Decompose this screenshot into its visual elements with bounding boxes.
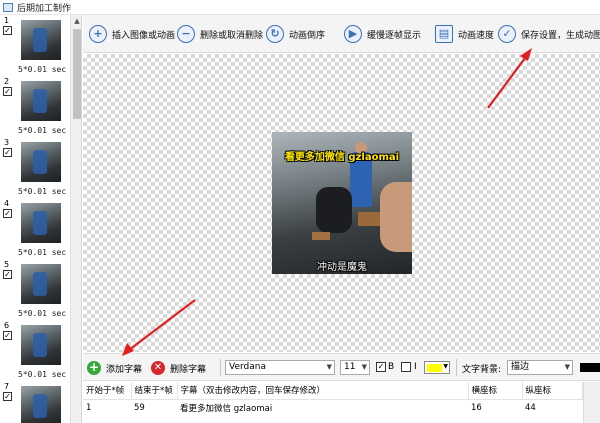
film-icon: ▤ xyxy=(435,25,453,43)
figure-crouching xyxy=(316,187,352,233)
frame-number: 4 xyxy=(4,199,10,208)
animation-speed-button[interactable]: ▤ 动画速度 xyxy=(435,23,494,45)
title-bar: 后期加工制作 xyxy=(0,0,600,15)
main-toolbar: + 插入图像或动画 − 删除或取消删除 ↻ 动画倒序 ▶ 缓慢逐帧显示 ▤ 动画… xyxy=(83,15,600,53)
table-row[interactable]: 1 59 看更多加微信 gzlaomai 16 44 xyxy=(83,399,583,416)
figure-foreground xyxy=(380,182,412,252)
frame-duration: 5*0.01 sec xyxy=(18,248,67,257)
frame-list[interactable]: 1 ✓ 5*0.01 sec 2 ✓ 5*0.01 sec 3 ✓ 5*0.01… xyxy=(0,15,82,423)
toolbar-divider xyxy=(220,359,221,376)
subtitle-toolbar: + 添加字幕 ✕ 删除字幕 Verdana ▼ 11 ▼ ✓ B I ▼ 文字背… xyxy=(83,353,600,381)
chevron-down-icon: ▼ xyxy=(361,363,367,371)
frame-item[interactable]: 2 ✓ 5*0.01 sec xyxy=(0,76,70,137)
reverse-animation-button[interactable]: ↻ 动画倒序 xyxy=(266,23,325,45)
text-background-select[interactable]: 描边 ▼ xyxy=(507,360,573,375)
frame-checkbox[interactable]: ✓ xyxy=(3,392,12,401)
outline-color-swatch[interactable] xyxy=(580,363,600,372)
text-color-swatch xyxy=(427,364,442,372)
font-size-select[interactable]: 11 ▼ xyxy=(340,360,370,375)
delete-subtitle-button[interactable]: ✕ 删除字幕 xyxy=(151,360,206,376)
animation-preview[interactable]: 看更多加微信 gzlaomai 冲动是魔鬼 xyxy=(272,132,412,274)
column-header[interactable]: 纵座标 xyxy=(522,382,583,400)
column-header[interactable]: 结束于*帧 xyxy=(131,382,178,400)
frame-duration: 5*0.01 sec xyxy=(18,309,67,318)
frame-item[interactable]: 7 ✓ xyxy=(0,381,70,423)
frame-number: 7 xyxy=(4,382,10,391)
frame-duration: 5*0.01 sec xyxy=(18,126,67,135)
check-icon: ✓ xyxy=(498,25,516,43)
frame-number: 6 xyxy=(4,321,10,330)
bold-checkbox[interactable]: ✓ xyxy=(376,362,386,372)
column-header[interactable]: 字幕（双击修改内容，回车保存修改） xyxy=(177,382,469,400)
subtitle-caption-top[interactable]: 看更多加微信 gzlaomai xyxy=(272,148,412,163)
chevron-down-icon: ▼ xyxy=(443,363,448,370)
frame-checkbox[interactable]: ✓ xyxy=(3,87,12,96)
frame-number: 5 xyxy=(4,260,10,269)
window-title: 后期加工制作 xyxy=(17,3,72,14)
frame-thumbnail[interactable] xyxy=(21,203,61,243)
frame-item[interactable]: 5 ✓ 5*0.01 sec xyxy=(0,259,70,320)
insert-media-button[interactable]: + 插入图像或动画 xyxy=(89,23,175,45)
frame-thumbnail[interactable] xyxy=(21,386,61,423)
stool xyxy=(312,232,330,240)
frame-checkbox[interactable]: ✓ xyxy=(3,148,12,157)
frame-thumbnail[interactable] xyxy=(21,264,61,304)
play-icon: ▶ xyxy=(344,25,362,43)
frame-thumbnail[interactable] xyxy=(21,142,61,182)
frame-item[interactable]: 6 ✓ 5*0.01 sec xyxy=(0,320,70,381)
frame-item[interactable]: 3 ✓ 5*0.01 sec xyxy=(0,137,70,198)
subtitle-caption-bottom[interactable]: 冲动是魔鬼 xyxy=(272,258,412,273)
app-icon xyxy=(3,2,13,12)
stool xyxy=(358,212,380,226)
chevron-down-icon: ▼ xyxy=(326,363,332,371)
italic-label: I xyxy=(414,362,417,372)
frame-duration: 5*0.01 sec xyxy=(18,187,67,196)
preview-canvas[interactable]: 看更多加微信 gzlaomai 冲动是魔鬼 xyxy=(83,54,600,352)
frame-duration: 5*0.01 sec xyxy=(18,370,67,379)
frame-checkbox[interactable]: ✓ xyxy=(3,331,12,340)
scrollbar-thumb[interactable] xyxy=(73,29,81,119)
frame-number: 3 xyxy=(4,138,10,147)
subtitle-table[interactable]: 开始于*帧 结束于*帧 字幕（双击修改内容，回车保存修改） 横座标 纵座标 1 … xyxy=(83,382,600,423)
font-family-select[interactable]: Verdana ▼ xyxy=(225,360,335,375)
frame-number: 2 xyxy=(4,77,10,86)
frame-number: 1 xyxy=(4,16,10,25)
text-background-label: 文字背景: xyxy=(462,365,502,375)
y-coordinate-cell[interactable]: 44 xyxy=(522,399,583,416)
frame-thumbnail[interactable] xyxy=(21,20,61,60)
frame-list-scrollbar[interactable]: ▲ xyxy=(70,15,81,423)
frame-duration: 5*0.01 sec xyxy=(18,65,67,74)
text-color-picker[interactable]: ▼ xyxy=(424,361,450,374)
subtitle-text-cell[interactable]: 看更多加微信 gzlaomai xyxy=(177,399,468,416)
delete-frame-button[interactable]: − 删除或取消删除 xyxy=(177,23,263,45)
table-header-row: 开始于*帧 结束于*帧 字幕（双击修改内容，回车保存修改） 横座标 纵座标 xyxy=(83,382,583,400)
x-coordinate-cell[interactable]: 16 xyxy=(468,399,522,416)
minus-icon: − xyxy=(177,25,195,43)
frame-checkbox[interactable]: ✓ xyxy=(3,26,12,35)
column-header[interactable]: 开始于*帧 xyxy=(83,382,132,400)
italic-checkbox[interactable] xyxy=(401,362,411,372)
end-frame-cell[interactable]: 59 xyxy=(131,399,177,416)
frame-thumbnail[interactable] xyxy=(21,325,61,365)
scroll-up-icon[interactable]: ▲ xyxy=(71,15,81,27)
bold-label: B xyxy=(388,362,395,372)
frame-checkbox[interactable]: ✓ xyxy=(3,209,12,218)
slow-play-button[interactable]: ▶ 缓慢逐帧显示 xyxy=(344,23,421,45)
reverse-icon: ↻ xyxy=(266,25,284,43)
add-icon: + xyxy=(87,360,101,375)
frame-item[interactable]: 1 ✓ 5*0.01 sec xyxy=(0,15,70,76)
start-frame-cell[interactable]: 1 xyxy=(83,399,131,416)
chevron-down-icon: ▼ xyxy=(564,363,570,371)
column-header[interactable]: 横座标 xyxy=(468,382,523,400)
plus-icon: + xyxy=(89,25,107,43)
add-subtitle-button[interactable]: + 添加字幕 xyxy=(87,360,142,376)
toolbar-divider xyxy=(456,359,457,376)
table-scrollbar[interactable] xyxy=(583,382,600,423)
frame-item[interactable]: 4 ✓ 5*0.01 sec xyxy=(0,198,70,259)
frame-thumbnail[interactable] xyxy=(21,81,61,121)
save-generate-button[interactable]: ✓ 保存设置，生成动图 xyxy=(498,23,600,45)
delete-icon: ✕ xyxy=(151,361,165,375)
frame-checkbox[interactable]: ✓ xyxy=(3,270,12,279)
